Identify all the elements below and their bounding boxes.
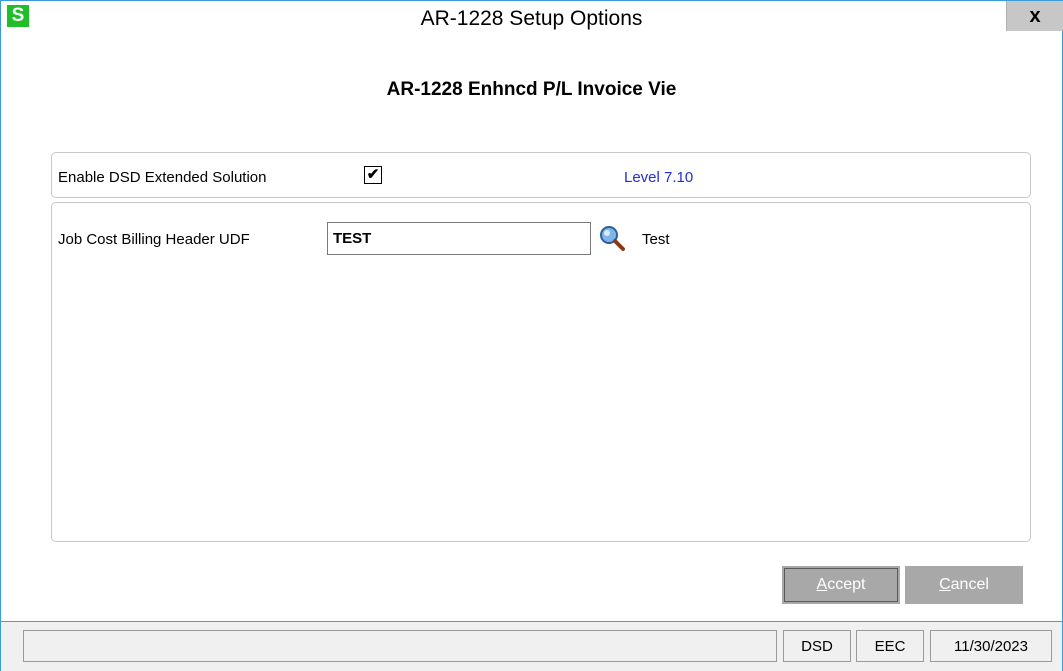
accept-button[interactable]: Accept — [782, 566, 900, 604]
close-button[interactable]: x — [1006, 1, 1063, 31]
checkmark-icon: ✔ — [366, 166, 380, 183]
accept-mnemonic: A — [816, 576, 828, 593]
enable-panel: Enable DSD Extended Solution ✔ Level 7.1… — [51, 152, 1031, 198]
cancel-button[interactable]: Cancel — [905, 566, 1023, 604]
status-company: DSD — [783, 630, 851, 662]
cancel-label: ancel — [950, 576, 989, 593]
enable-dsd-label: Enable DSD Extended Solution — [58, 169, 267, 186]
status-bar: DSD EEC 11/30/2023 — [1, 621, 1062, 671]
udf-input[interactable] — [327, 222, 591, 255]
udf-description: Test — [642, 231, 670, 248]
page-title: AR-1228 Enhncd P/L Invoice Vie — [386, 79, 677, 100]
cancel-mnemonic: C — [939, 576, 951, 593]
title-bar[interactable]: S AR-1228 Setup Options x — [1, 1, 1063, 37]
enable-dsd-checkbox[interactable]: ✔ — [364, 166, 382, 184]
window-title: AR-1228 Setup Options — [420, 7, 643, 30]
status-user: EEC — [856, 630, 924, 662]
accept-label: ccept — [827, 576, 866, 593]
udf-label: Job Cost Billing Header UDF — [58, 231, 250, 248]
status-date: 11/30/2023 — [930, 630, 1052, 662]
status-message — [23, 630, 777, 662]
setup-options-window: S AR-1228 Setup Options x AR-1228 Enhncd… — [0, 0, 1063, 671]
udf-panel: Job Cost Billing Header UDF Test — [51, 202, 1031, 542]
close-icon: x — [1029, 5, 1041, 27]
magnifier-icon[interactable] — [598, 224, 626, 252]
level-text: Level 7.10 — [624, 169, 694, 186]
